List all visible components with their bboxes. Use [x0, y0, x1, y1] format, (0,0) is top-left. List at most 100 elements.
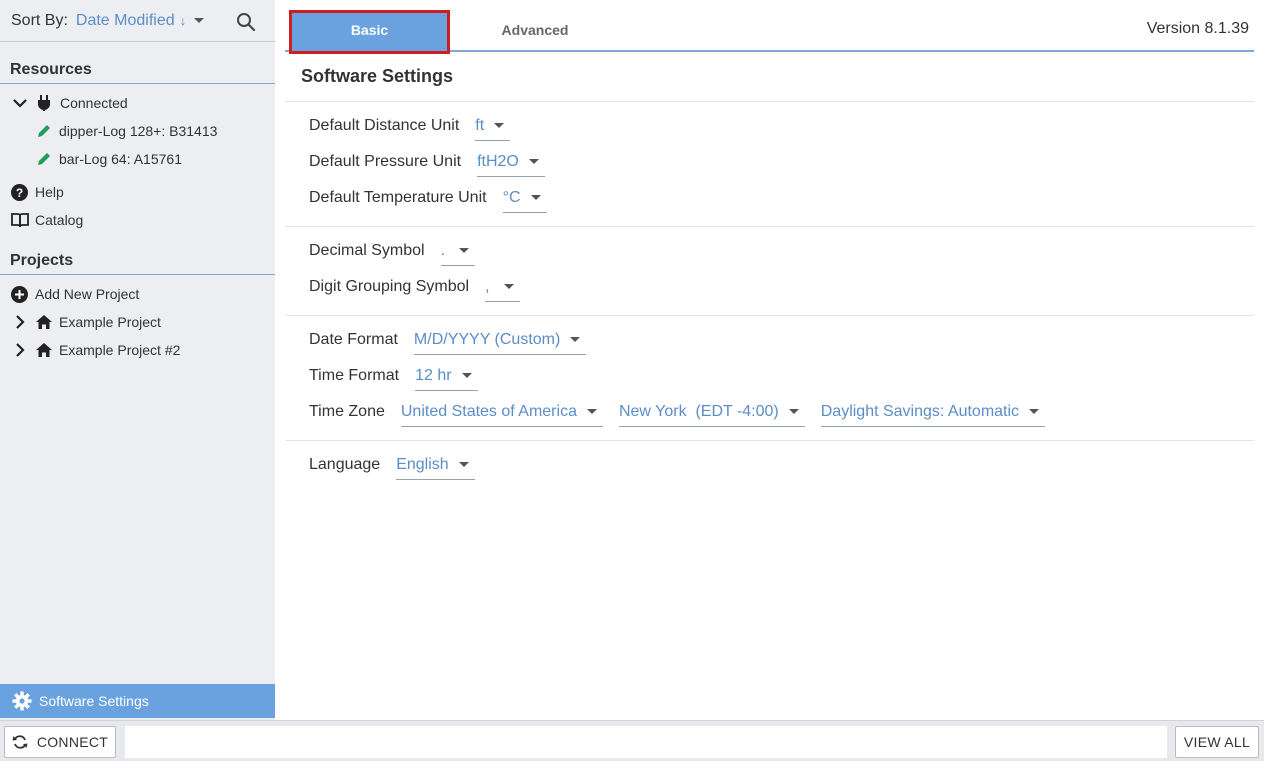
sidebar: Sort By: Date Modified ↓ Resources Connec…: [0, 0, 285, 720]
home-icon: [35, 314, 53, 330]
decimal-label: Decimal Symbol: [309, 242, 425, 259]
divider: [285, 226, 1254, 227]
divider: [285, 315, 1254, 316]
device-item[interactable]: bar-Log 64: A15761: [36, 147, 182, 171]
project-label: Example Project #2: [59, 342, 181, 358]
chevron-down-icon: [788, 409, 799, 414]
temperature-value: °C: [502, 188, 521, 206]
book-icon: [11, 212, 29, 228]
pressure-label: Default Pressure Unit: [309, 153, 462, 170]
chevron-right-icon[interactable]: [12, 314, 28, 330]
sort-dropdown[interactable]: Date Modified ↓: [75, 11, 205, 30]
view-all-label: VIEW ALL: [1183, 734, 1251, 750]
date-format-setting: Date Format M/D/YYYY (Custom): [309, 325, 587, 355]
pressure-value: ftH2O: [477, 152, 519, 170]
chevron-down-icon: [586, 409, 597, 414]
decimal-value: .: [440, 241, 446, 259]
language-dropdown[interactable]: English: [396, 451, 475, 480]
date-format-dropdown[interactable]: M/D/YYYY (Custom): [413, 326, 587, 355]
divider: [285, 101, 1254, 102]
project-item[interactable]: Example Project: [12, 310, 161, 334]
search-icon[interactable]: [236, 12, 256, 35]
view-all-button[interactable]: VIEW ALL: [1175, 726, 1259, 758]
software-settings-label: Software Settings: [39, 693, 149, 709]
time-format-label: Time Format: [309, 367, 400, 384]
help-label: Help: [35, 184, 64, 200]
country-value: United States of America: [400, 402, 577, 420]
distance-setting: Default Distance Unit ft: [309, 111, 511, 141]
main-content: Basic Advanced Version 8.1.39 Software S…: [275, 0, 1264, 720]
add-project-button[interactable]: Add New Project: [11, 282, 139, 306]
temperature-setting: Default Temperature Unit °C: [309, 183, 547, 213]
tab-basic-label: Basic: [350, 22, 389, 38]
version-label: Version 8.1.39: [1146, 20, 1249, 37]
language-value: English: [396, 455, 449, 473]
svg-text:?: ?: [16, 186, 23, 200]
time-format-dropdown[interactable]: 12 hr: [415, 362, 478, 391]
grouping-setting: Digit Grouping Symbol ,: [309, 272, 520, 302]
device-item[interactable]: dipper-Log 128+: B31413: [36, 119, 217, 143]
chevron-down-icon: [528, 159, 539, 164]
time-zone-setting: Time Zone United States of America New Y…: [309, 397, 1046, 427]
sort-label: Sort By:: [11, 11, 68, 29]
sort-direction-icon[interactable]: ↓: [180, 13, 187, 28]
project-label: Example Project: [59, 314, 161, 330]
chevron-down-icon: [459, 248, 470, 253]
temperature-unit-dropdown[interactable]: °C: [502, 184, 547, 213]
time-format-setting: Time Format 12 hr: [309, 361, 478, 391]
dst-value: Daylight Savings: Automatic: [820, 402, 1020, 420]
projects-heading: Projects: [0, 248, 275, 275]
pencil-icon: [36, 151, 52, 167]
language-label: Language: [309, 456, 381, 473]
chevron-down-icon: [494, 123, 505, 128]
help-icon: ?: [11, 183, 28, 201]
sort-value: Date Modified: [75, 11, 175, 29]
date-format-label: Date Format: [309, 331, 398, 348]
decimal-setting: Decimal Symbol .: [309, 236, 476, 266]
divider: [285, 440, 1254, 441]
help-item[interactable]: ? Help: [11, 180, 64, 204]
city-dropdown[interactable]: New York (EDT -4:00): [618, 398, 805, 427]
home-icon: [35, 342, 53, 358]
project-item[interactable]: Example Project #2: [12, 338, 180, 362]
connect-button[interactable]: CONNECT: [4, 726, 116, 758]
chevron-down-icon: [530, 195, 541, 200]
plug-icon: [37, 95, 51, 111]
sidebar-item-software-settings[interactable]: Software Settings: [0, 684, 285, 718]
distance-value: ft: [475, 116, 485, 134]
distance-label: Default Distance Unit: [309, 117, 460, 134]
distance-unit-dropdown[interactable]: ft: [475, 112, 511, 141]
chevron-down-icon: [503, 284, 514, 289]
chevron-down-icon: [461, 373, 472, 378]
catalog-item[interactable]: Catalog: [11, 208, 83, 232]
connected-group[interactable]: Connected: [12, 91, 128, 115]
bottom-bar: CONNECT VIEW ALL: [0, 720, 1264, 761]
country-dropdown[interactable]: United States of America: [400, 398, 603, 427]
chevron-down-icon[interactable]: [12, 95, 28, 111]
pressure-setting: Default Pressure Unit ftH2O: [309, 147, 545, 177]
chevron-right-icon[interactable]: [12, 342, 28, 358]
device-label: dipper-Log 128+: B31413: [59, 123, 218, 139]
catalog-label: Catalog: [35, 212, 84, 228]
resources-heading: Resources: [0, 57, 275, 84]
chevron-down-icon: [1029, 409, 1040, 414]
chevron-down-icon[interactable]: [194, 17, 205, 23]
temperature-label: Default Temperature Unit: [309, 189, 487, 206]
daylight-savings-dropdown[interactable]: Daylight Savings: Automatic: [820, 398, 1046, 427]
page-title: Software Settings: [301, 66, 454, 86]
grouping-value: ,: [485, 277, 490, 295]
language-setting: Language English: [309, 450, 475, 480]
sync-icon: [12, 734, 28, 750]
pressure-unit-dropdown[interactable]: ftH2O: [477, 148, 545, 177]
tab-advanced[interactable]: Advanced: [468, 12, 602, 48]
grouping-symbol-dropdown[interactable]: ,: [485, 273, 520, 302]
add-project-label: Add New Project: [35, 286, 140, 302]
date-format-value: M/D/YYYY (Custom): [413, 330, 561, 348]
city-value: New York (EDT -4:00): [618, 402, 779, 420]
pencil-icon: [36, 123, 52, 139]
decimal-symbol-dropdown[interactable]: .: [440, 237, 476, 266]
status-field: [125, 726, 1167, 758]
device-label: bar-Log 64: A15761: [59, 151, 182, 167]
plus-circle-icon: [11, 285, 28, 303]
tab-basic[interactable]: Basic: [289, 10, 450, 54]
